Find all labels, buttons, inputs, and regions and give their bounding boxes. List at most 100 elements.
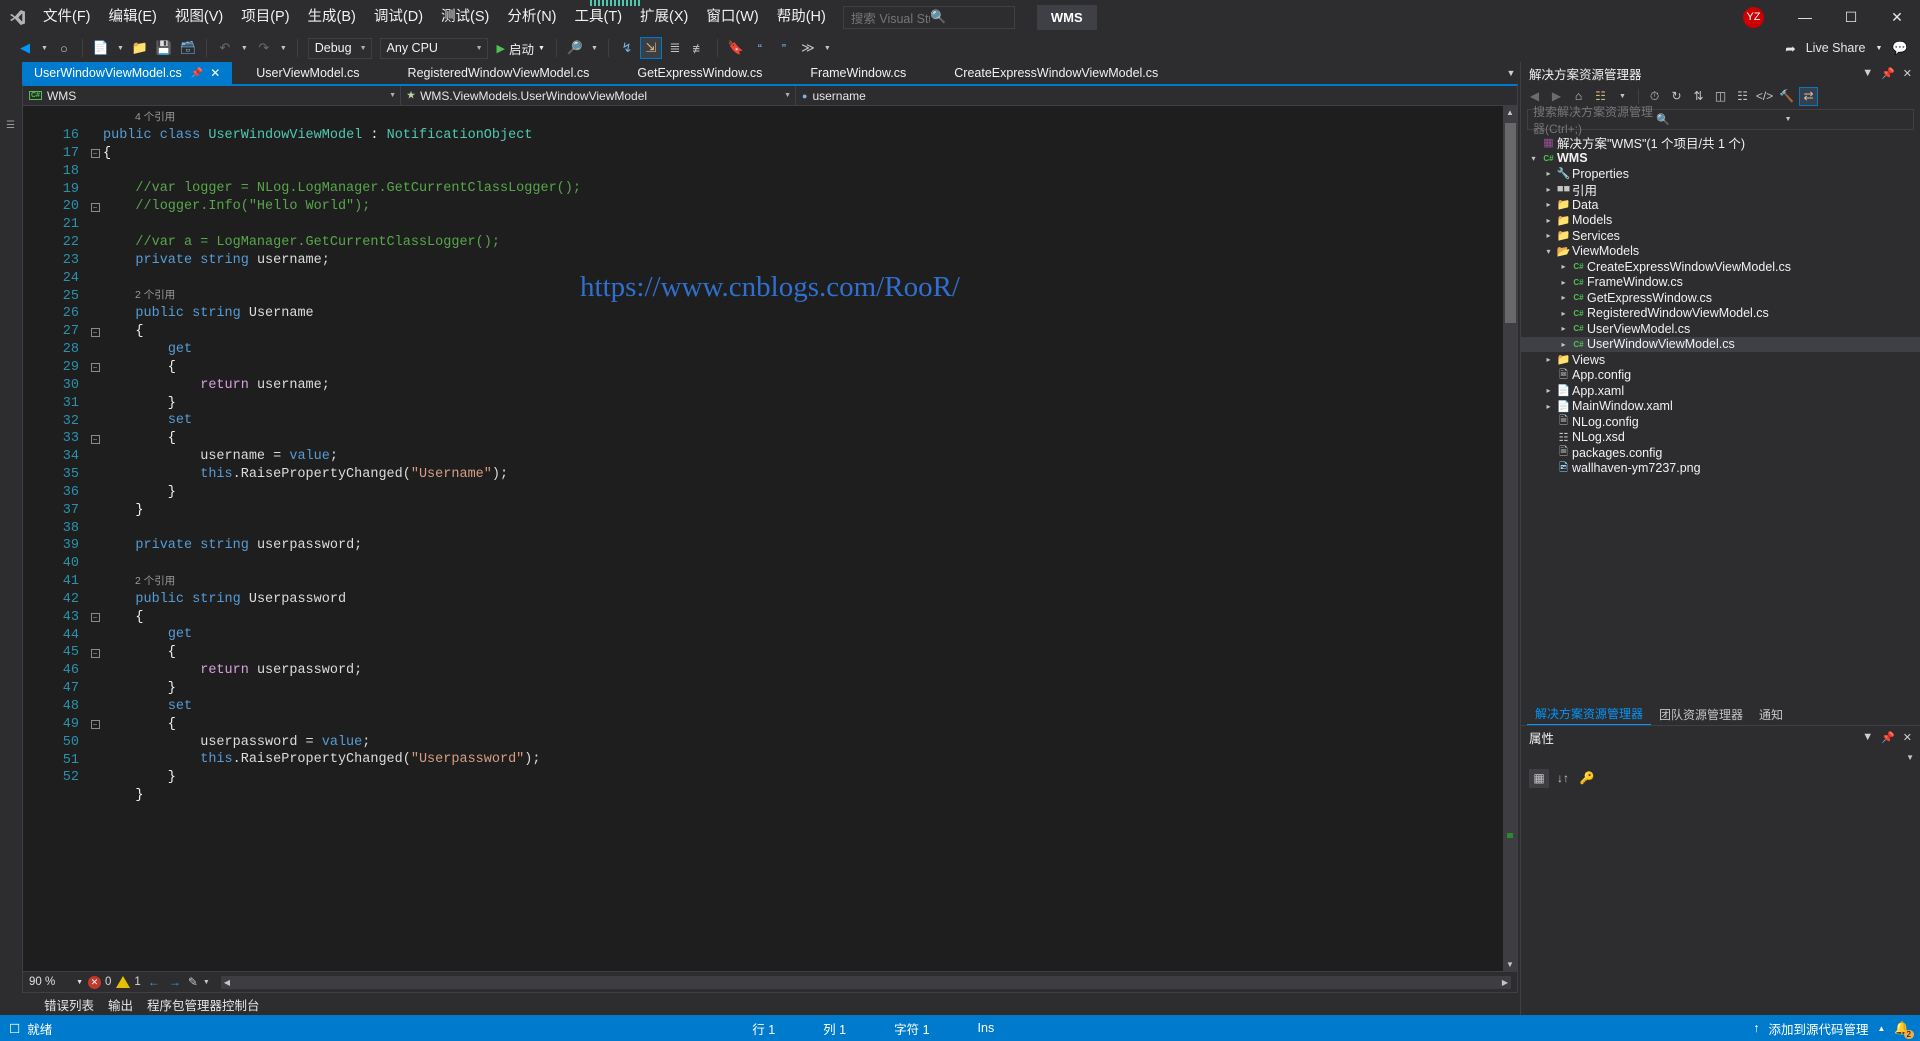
scroll-left-icon[interactable]: ◀	[221, 978, 233, 987]
undo-icon[interactable]: ↶	[214, 37, 236, 59]
fold-toggle-icon[interactable]: −	[87, 644, 103, 662]
tree-item--[interactable]: ▸ ■■ 引用	[1521, 182, 1920, 198]
tree-item-framewindow-cs[interactable]: ▸ C# FrameWindow.cs	[1521, 275, 1920, 291]
bookmark-icon[interactable]: 🔖	[725, 37, 747, 59]
refresh-icon[interactable]: ↻	[1667, 87, 1686, 106]
tree-item-packages-config[interactable]: 🗎 packages.config	[1521, 445, 1920, 461]
code-line[interactable]: userpassword = value;	[103, 734, 1503, 752]
comment-icon[interactable]: “	[749, 37, 771, 59]
collapse-all-icon[interactable]: ⇅	[1689, 87, 1708, 106]
tree-item-models[interactable]: ▸ 📁 Models	[1521, 213, 1920, 229]
code-line[interactable]: //var a = LogManager.GetCurrentClassLogg…	[103, 234, 1503, 252]
tree-item-views[interactable]: ▸ 📁 Views	[1521, 352, 1920, 368]
live-share-label[interactable]: Live Share	[1806, 41, 1866, 55]
bottom-tab-error-list[interactable]: 错误列表	[44, 995, 94, 1014]
fold-toggle-icon[interactable]: −	[87, 359, 103, 377]
navbar-member-select[interactable]: ● username	[796, 86, 1517, 105]
chevron-down-icon[interactable]: ▼	[1862, 67, 1873, 79]
code-line[interactable]: {	[103, 716, 1503, 734]
arrow-right-icon[interactable]: →	[167, 975, 183, 989]
scrollbar-thumb[interactable]	[1504, 123, 1516, 323]
solution-explorer-search-input[interactable]: 搜索解决方案资源管理器(Ctrl+;) 🔍 ▼	[1527, 105, 1914, 136]
tab-RegisteredWindowViewModel[interactable]: RegisteredWindowViewModel.cs	[384, 62, 614, 84]
step-over-icon[interactable]: ⇲	[639, 37, 662, 59]
code-line[interactable]: set	[103, 412, 1503, 430]
fold-toggle-icon[interactable]: −	[87, 323, 103, 341]
tree-item-app-xaml[interactable]: ▸ 📄 App.xaml	[1521, 383, 1920, 399]
save-all-icon[interactable]: 🗃	[177, 37, 199, 59]
start-debug-button[interactable]: ▶ 启动 ▼	[493, 37, 549, 59]
chevron-right-icon[interactable]: ▸	[1557, 340, 1570, 349]
code-line[interactable]: {	[103, 609, 1503, 627]
tab-FrameWindow[interactable]: FrameWindow.cs	[786, 62, 930, 84]
upload-icon[interactable]: ↑	[1753, 1021, 1759, 1035]
chevron-right-icon[interactable]: ▸	[1557, 309, 1570, 318]
dock-tab-team-explorer[interactable]: 团队资源管理器	[1651, 704, 1751, 725]
chevron-right-icon[interactable]: ▸	[1542, 402, 1555, 411]
chevron-down-icon[interactable]: ▼	[1875, 45, 1882, 52]
codelens-reference-count[interactable]: 2 个引用	[103, 573, 1503, 591]
code-line[interactable]: return username;	[103, 377, 1503, 395]
code-line[interactable]: this.RaisePropertyChanged("Userpassword"…	[103, 751, 1503, 769]
menu-extensions[interactable]: 扩展(X)	[631, 5, 697, 29]
navigate-back-icon[interactable]: ◀	[14, 37, 36, 59]
tree-item-mainwindow-xaml[interactable]: ▸ 📄 MainWindow.xaml	[1521, 399, 1920, 415]
navbar-type-select[interactable]: ★ WMS.ViewModels.UserWindowViewModel ▼	[401, 86, 796, 105]
uncomment-icon[interactable]: ”	[773, 37, 795, 59]
navigate-forward-icon[interactable]: ○	[53, 37, 75, 59]
tree-item-services[interactable]: ▸ 📁 Services	[1521, 228, 1920, 244]
menu-edit[interactable]: 编辑(E)	[100, 5, 166, 29]
find-dropdown-icon[interactable]: ▼	[588, 45, 601, 52]
indent-icon[interactable]: ≣	[664, 37, 686, 59]
show-all-files-icon[interactable]: ◫	[1711, 87, 1730, 106]
fold-toggle-icon[interactable]: −	[87, 145, 103, 163]
chevron-down-icon[interactable]: ▾	[1542, 247, 1555, 256]
alphabetical-icon[interactable]: ↓↑	[1553, 769, 1573, 788]
code-line[interactable]: private string userpassword;	[103, 537, 1503, 555]
edit-icon[interactable]: ✎	[188, 975, 198, 989]
toolbar-overflow-icon[interactable]: ▼	[821, 45, 834, 52]
undo-dropdown-icon[interactable]: ▼	[238, 45, 251, 52]
view-designer-icon[interactable]: 🔨	[1777, 87, 1796, 106]
avatar[interactable]: YZ	[1743, 6, 1764, 28]
chevron-down-icon[interactable]: ▾	[1527, 154, 1540, 163]
code-line[interactable]: username = value;	[103, 448, 1503, 466]
toolbox-tab-label[interactable]: ☰	[5, 120, 16, 132]
code-line[interactable]: }	[103, 769, 1503, 787]
code-line[interactable]: }	[103, 787, 1503, 805]
tree-item-app-config[interactable]: 🗎 App.config	[1521, 368, 1920, 384]
chevron-right-icon[interactable]: ▸	[1542, 355, 1555, 364]
code-line[interactable]	[103, 519, 1503, 537]
new-dropdown-icon[interactable]: ▼	[114, 45, 127, 52]
solution-configuration-select[interactable]: Debug ▼	[307, 37, 372, 59]
menu-project[interactable]: 项目(P)	[232, 5, 298, 29]
close-icon[interactable]: ✕	[1903, 67, 1912, 80]
fold-toggle-icon[interactable]: −	[87, 609, 103, 627]
tab-UserViewModel[interactable]: UserViewModel.cs	[232, 62, 383, 84]
dock-tab-notifications[interactable]: 通知	[1751, 704, 1791, 725]
code-editor-surface[interactable]: 16 17 18 19 20 21 22 23 24 25 26 27 28 29 30 31 32 33 34 35…	[23, 106, 1517, 971]
code-line[interactable]: {	[103, 323, 1503, 341]
chevron-right-icon[interactable]: ▸	[1542, 216, 1555, 225]
code-line[interactable]: this.RaisePropertyChanged("Username");	[103, 466, 1503, 484]
chevron-up-icon[interactable]: ▲	[1878, 1024, 1886, 1033]
fold-toggle-icon[interactable]: −	[87, 198, 103, 216]
code-line[interactable]: public string Userpassword	[103, 591, 1503, 609]
chevron-down-icon[interactable]: ▼	[1862, 731, 1873, 743]
chevron-right-icon[interactable]: ▸	[1542, 169, 1555, 178]
chevron-right-icon[interactable]: ▸	[1557, 324, 1570, 333]
outlining-margin[interactable]: − − − − − − − −	[87, 106, 103, 971]
code-line[interactable]: }	[103, 680, 1503, 698]
code-line[interactable]: //var logger = NLog.LogManager.GetCurren…	[103, 180, 1503, 198]
tree-item-nlog-config[interactable]: 🗎 NLog.config	[1521, 414, 1920, 430]
more-commands-icon[interactable]: ≫	[797, 37, 819, 59]
code-line[interactable]: }	[103, 484, 1503, 502]
code-line[interactable]: }	[103, 502, 1503, 520]
code-line[interactable]: public class UserWindowViewModel : Notif…	[103, 127, 1503, 145]
code-line[interactable]	[103, 555, 1503, 573]
menu-build[interactable]: 生成(B)	[299, 5, 365, 29]
tree-item-data[interactable]: ▸ 📁 Data	[1521, 197, 1920, 213]
tree-item-viewmodels[interactable]: ▾ 📂 ViewModels	[1521, 244, 1920, 260]
chevron-right-icon[interactable]: ▸	[1557, 278, 1570, 287]
tab-UserWindowViewModel[interactable]: UserWindowViewModel.cs 📌 ✕	[22, 62, 233, 84]
